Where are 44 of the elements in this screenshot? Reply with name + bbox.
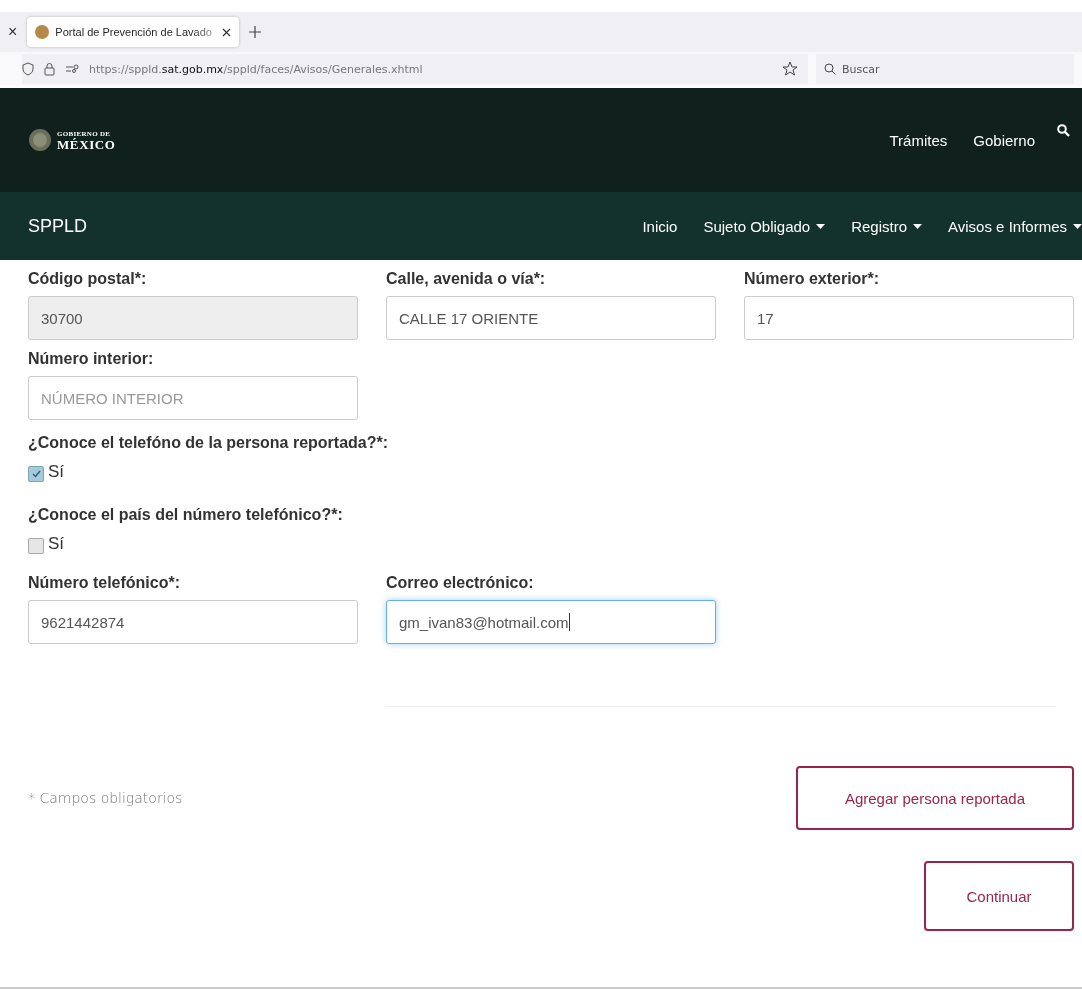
caret-icon [913,223,923,229]
field-label: Correo electrónico: [386,574,535,592]
question-label: ¿Conoce el país del número telefónico?*: [28,505,344,525]
nav-link[interactable]: Sujeto Obligado [703,217,826,235]
caret-icon [1073,223,1082,229]
header-link[interactable]: Trámites [889,131,948,149]
text-field[interactable]: 9621442874 [28,600,358,644]
checkbox[interactable] [28,466,44,482]
header-link[interactable]: Gobierno [973,131,1035,149]
caret-icon [816,223,826,229]
favicon-icon [35,25,50,39]
brand-name[interactable]: SPPLD [28,215,617,237]
nav-link[interactable]: Avisos e Informes [948,217,1082,235]
nav-link[interactable]: Inicio [642,217,678,235]
star-icon[interactable] [782,61,798,77]
field-label: Calle, avenida o vía*: [386,270,547,288]
new-tab-icon[interactable] [249,26,262,38]
permissions-icon [65,64,79,74]
search-field[interactable]: Buscar [816,54,1074,84]
add-person-button[interactable]: Agregar persona reportada [796,766,1074,830]
search-icon[interactable] [1057,124,1070,137]
search-icon [824,63,836,75]
browser-tab[interactable]: Portal de Prevención de Lavado [27,17,240,47]
field-label: Código postal*: [28,270,148,288]
shield-icon [22,62,34,76]
field-label: Número interior: [28,350,155,368]
checkbox[interactable] [28,538,44,554]
checkbox-label: Sí [48,534,65,554]
text-field[interactable]: CALLE 17 ORIENTE [386,296,716,340]
lock-icon [44,62,55,76]
continue-button[interactable]: Continuar [924,861,1074,931]
checkbox-label: Sí [48,462,65,482]
text-field[interactable]: 17 [744,296,1074,340]
field-label: Número exterior*: [744,270,881,288]
close-icon[interactable]: × [8,23,18,41]
nav-link[interactable]: Registro [851,217,923,235]
question-label: ¿Conoce el telefóno de la persona reportada?*: [28,433,390,453]
logo-text: MÉXICO [57,137,116,151]
emblem-icon [28,128,52,152]
check-icon [31,470,41,478]
close-icon[interactable] [222,27,232,37]
field-label: Número telefónico*: [28,574,181,592]
text-field[interactable]: gm_ivan83@hotmail.com [386,600,716,644]
required-note: * Campos obligatorios [28,790,183,806]
